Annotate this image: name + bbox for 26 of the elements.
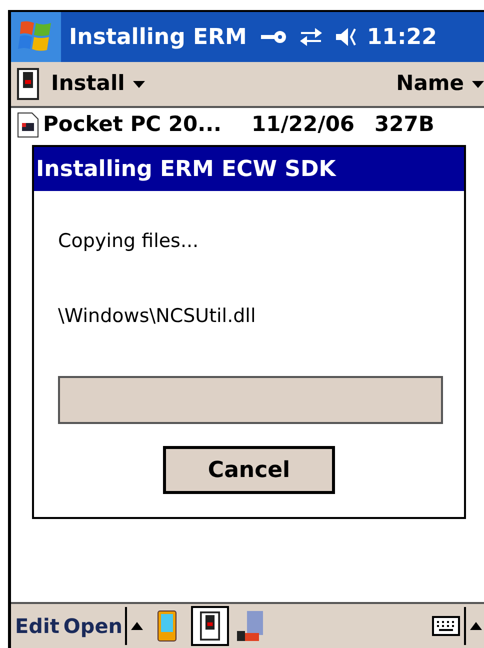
up-arrow-icon[interactable]: [470, 622, 482, 630]
cancel-button[interactable]: Cancel: [163, 446, 335, 494]
file-icon: [17, 112, 39, 138]
caret-icon: [132, 80, 145, 88]
sync-arrows-icon: [298, 26, 323, 48]
install-menu[interactable]: Install: [51, 68, 145, 100]
file-date: 11/22/06: [252, 111, 355, 138]
sort-menu[interactable]: Name: [396, 68, 484, 100]
device-icon: [17, 68, 39, 100]
start-button[interactable]: [11, 12, 61, 62]
keyboard-icon[interactable]: [432, 616, 460, 636]
device-icon: [200, 610, 220, 642]
pda-icon[interactable]: [156, 610, 177, 642]
file-name[interactable]: Pocket PC 20...: [43, 109, 222, 141]
key-icon: [260, 30, 287, 44]
dialog-title: Installing ERM ECW SDK: [34, 147, 464, 191]
file-path: \Windows\NCSUtil.dll: [58, 304, 257, 328]
file-size: 327B: [374, 111, 434, 138]
caret-icon: [472, 80, 484, 88]
up-arrow-icon[interactable]: [130, 622, 143, 630]
menu-item[interactable]: Edit: [15, 611, 60, 641]
status-text: Copying files...: [58, 229, 200, 254]
window-title: Installing ERM: [69, 24, 247, 52]
device-tab[interactable]: [190, 606, 229, 646]
menu-item[interactable]: Open: [63, 611, 123, 641]
clock-time: 11:22: [366, 24, 437, 52]
